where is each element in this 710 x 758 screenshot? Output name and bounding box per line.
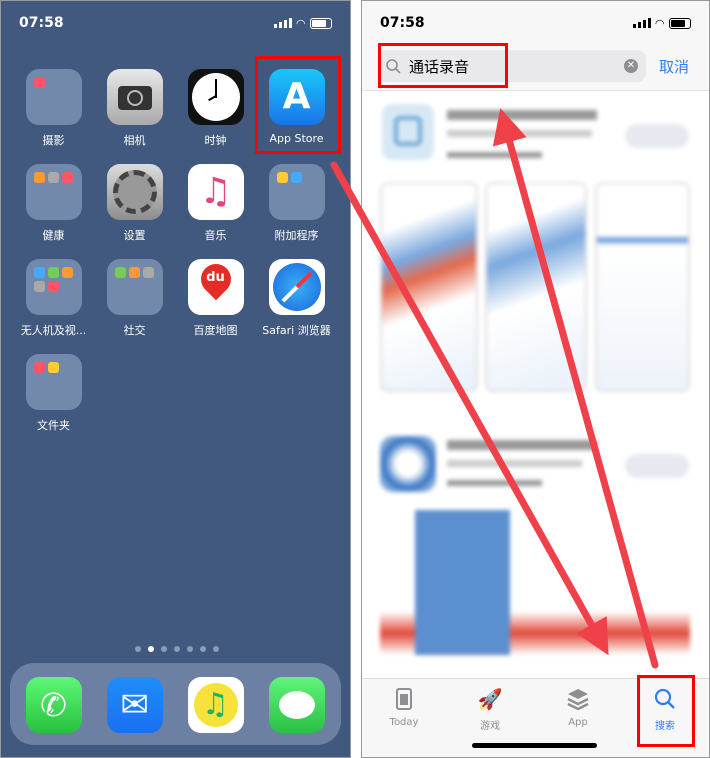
battery-icon <box>669 17 691 29</box>
status-bar: 07:58 ◠ <box>380 13 691 33</box>
status-bar: 07:58 ◠ <box>19 13 332 33</box>
battery-icon <box>310 17 332 29</box>
arrow-to-search-tab <box>330 161 609 656</box>
wifi-icon: ◠ <box>296 16 305 30</box>
annotation-arrows <box>330 108 659 669</box>
status-time: 07:58 <box>19 15 64 31</box>
signal-icon <box>632 18 651 28</box>
arrow-to-search-field <box>492 108 659 669</box>
signal-icon <box>273 18 292 28</box>
status-time: 07:58 <box>380 15 425 31</box>
wifi-icon: ◠ <box>655 16 664 30</box>
